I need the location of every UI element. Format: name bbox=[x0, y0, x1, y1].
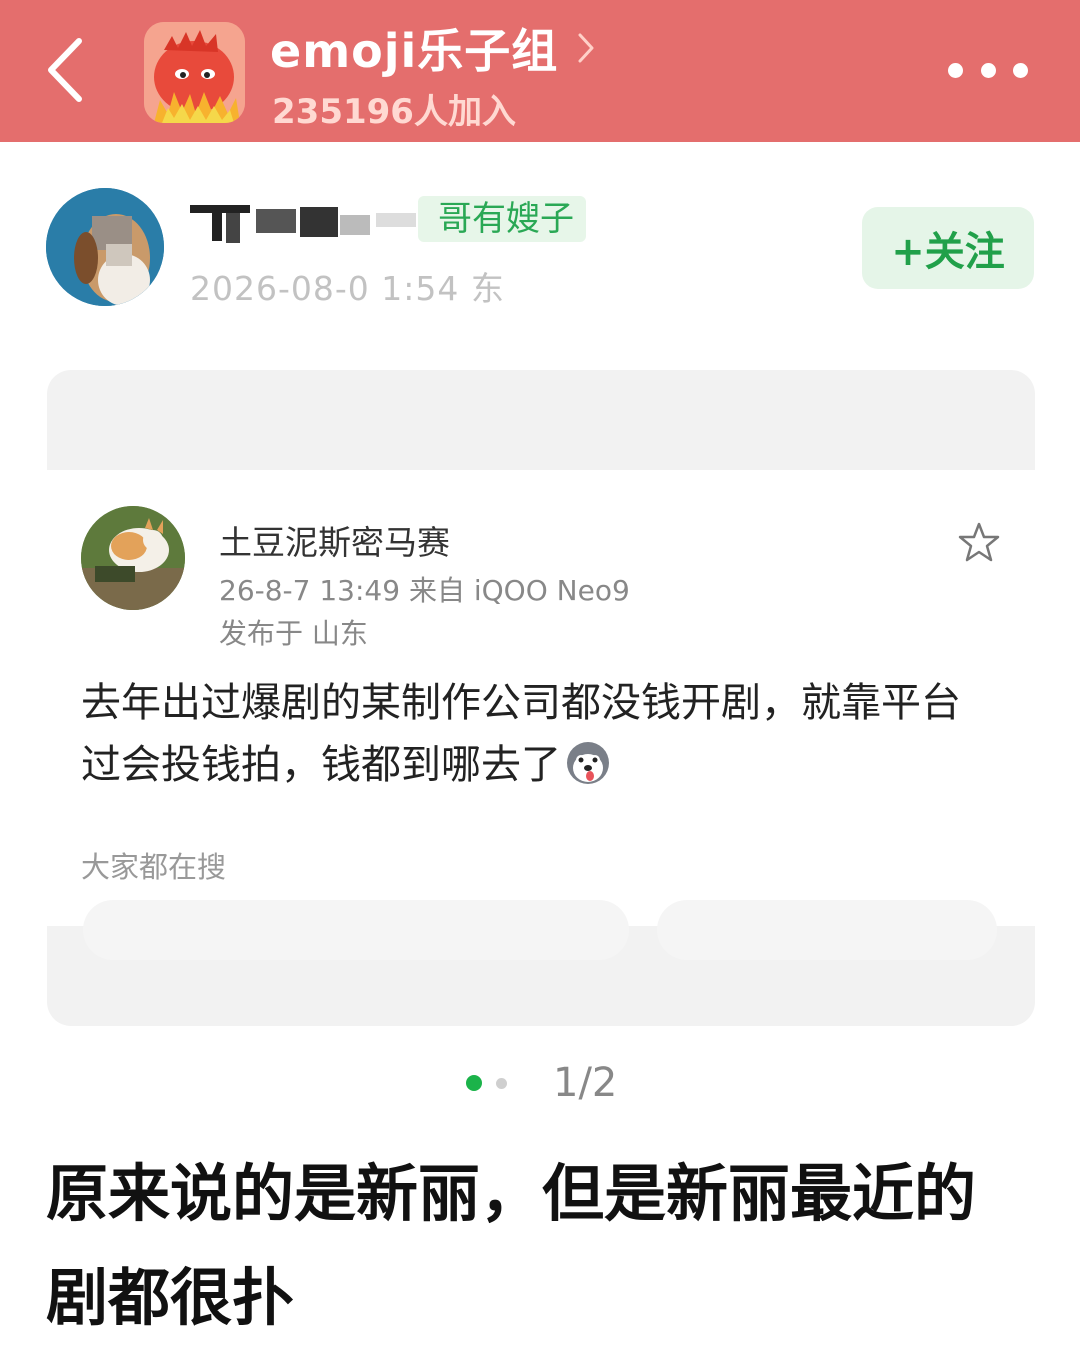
author-avatar[interactable] bbox=[46, 188, 164, 306]
weibo-time-source: 26-8-7 13:49 来自 iQOO Neo9 bbox=[219, 574, 630, 607]
chevron-right-icon bbox=[576, 28, 600, 68]
cat-avatar-icon bbox=[81, 506, 185, 610]
post-meta: 2026-08-0 1:54 东 bbox=[190, 269, 505, 308]
more-options-button[interactable] bbox=[948, 52, 1028, 88]
husky-emoji-icon bbox=[567, 742, 609, 784]
weibo-username: 土豆泥斯密马赛 bbox=[219, 523, 450, 562]
author-badge: 哥有嫂子 bbox=[418, 196, 586, 242]
back-button[interactable] bbox=[30, 30, 100, 110]
cat-avatar bbox=[81, 506, 185, 610]
trending-search-label: 大家都在搜 bbox=[81, 850, 227, 884]
chevron-left-icon bbox=[48, 38, 82, 102]
star-icon bbox=[958, 522, 1000, 562]
dot-icon bbox=[948, 62, 963, 78]
dot-icon bbox=[980, 62, 996, 78]
post-image[interactable]: 土豆泥斯密马赛 26-8-7 13:49 来自 iQOO Neo9 发布于 山东… bbox=[47, 370, 1035, 1026]
dot-icon bbox=[1013, 62, 1028, 78]
member-count: 235196人加入 bbox=[272, 92, 516, 132]
dog-avatar-icon bbox=[46, 188, 164, 306]
group-header: emoji乐子组 235196人加入 bbox=[0, 0, 1080, 142]
fire-monster-icon bbox=[144, 22, 245, 123]
author-name-redacted bbox=[190, 195, 420, 245]
weibo-body-wrap: 去年出过爆剧的某制作公司都没钱开剧，就靠平台过会投钱拍，钱都到哪去了 bbox=[81, 672, 981, 796]
pager-dot-active bbox=[466, 1075, 482, 1091]
weibo-location: 发布于 山东 bbox=[219, 617, 368, 650]
group-name: emoji乐子组 bbox=[270, 24, 559, 78]
group-title-row[interactable]: emoji乐子组 bbox=[270, 18, 600, 78]
trending-chip bbox=[83, 900, 629, 960]
page-indicator: 1/2 bbox=[553, 1060, 618, 1106]
post-caption: 原来说的是新丽，但是新丽最近的剧都很扑 bbox=[46, 1157, 977, 1334]
group-avatar[interactable] bbox=[144, 22, 245, 123]
trending-chip bbox=[657, 900, 997, 960]
follow-button[interactable]: +关注 bbox=[862, 207, 1034, 289]
pager-dot bbox=[496, 1077, 507, 1089]
embedded-weibo-screenshot: 土豆泥斯密马赛 26-8-7 13:49 来自 iQOO Neo9 发布于 山东… bbox=[47, 470, 1035, 960]
image-pager: 1/2 bbox=[466, 1060, 617, 1106]
weibo-body-text: 去年出过爆剧的某制作公司都没钱开剧，就靠平台过会投钱拍，钱都到哪去了 bbox=[81, 680, 961, 788]
